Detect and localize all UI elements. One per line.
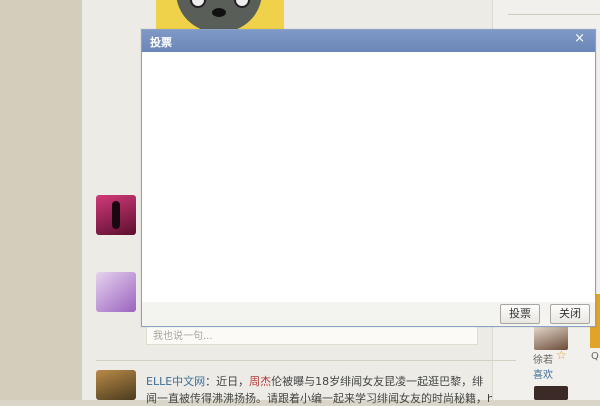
dialog-footer: 投票 关闭 [142, 302, 595, 326]
vote-dialog: 投票 × 投票 关闭 [141, 29, 596, 327]
cartoon-eye [190, 0, 206, 8]
sidebar-edge-text: Q [591, 351, 599, 362]
cartoon-wolf-face [176, 0, 262, 32]
cartoon-eye [234, 0, 250, 8]
feed-separator: ： [205, 375, 217, 388]
like-link[interactable]: 喜欢 [533, 366, 553, 381]
dialog-content [142, 52, 595, 302]
feed-divider [96, 360, 516, 361]
feed-text: 近日， [216, 375, 250, 388]
user-avatar[interactable] [96, 195, 136, 235]
feed-item-line1: ELLE中文网：近日，周杰伦被曝与18岁绯闻女友昆凌一起逛巴黎，绯 [146, 372, 492, 392]
feed-text: 伦被曝与18岁绯闻女友昆凌一起逛巴黎，绯 [271, 375, 484, 388]
user-avatar[interactable] [96, 272, 136, 312]
dialog-title: 投票 [150, 36, 172, 49]
feed-source-link[interactable]: ELLE中文网 [146, 375, 205, 388]
cartoon-nose [212, 8, 226, 17]
sidebar-username[interactable]: 徐若 [533, 351, 553, 366]
close-icon[interactable]: × [574, 31, 585, 46]
sidebar-divider [508, 14, 600, 15]
user-avatar[interactable] [96, 370, 136, 400]
sidebar-user-avatar[interactable] [534, 386, 568, 400]
left-margin [0, 0, 82, 400]
feed-item-line2: 闻一直被传得沸沸扬扬。请跟着小编一起来学习绯闻女友的时尚秘籍，h [146, 392, 492, 405]
comment-placeholder: 我也说一句... [153, 331, 213, 342]
close-button[interactable]: 关闭 [550, 304, 590, 324]
star-icon: ☆ [556, 348, 567, 362]
feed-highlight-link[interactable]: 周杰 [249, 375, 271, 388]
vote-button[interactable]: 投票 [500, 304, 540, 324]
dialog-titlebar[interactable]: 投票 × [142, 30, 595, 52]
